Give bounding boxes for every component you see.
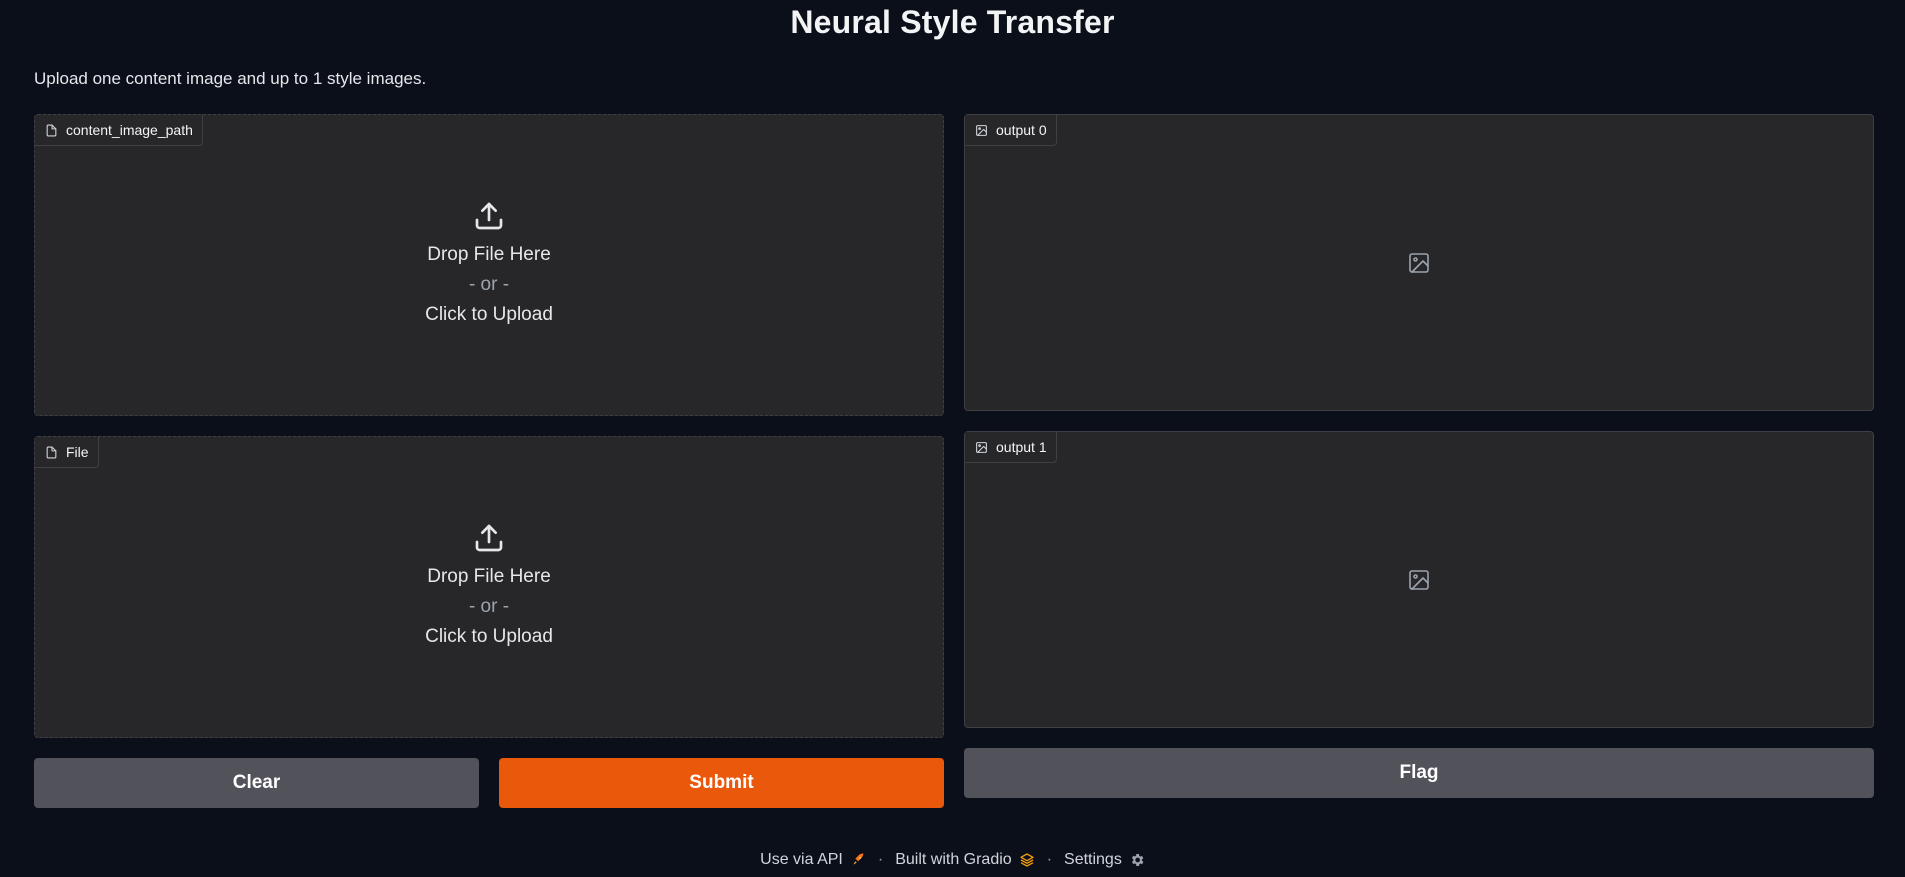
drop-file-text: Drop File Here <box>427 244 551 265</box>
upload-dropzone[interactable]: Drop File Here - or - Click to Upload <box>35 115 943 415</box>
image-placeholder-icon <box>1409 569 1429 590</box>
image-placeholder-icon <box>1409 252 1429 273</box>
gradio-logo-icon <box>1020 853 1034 867</box>
image-icon <box>976 124 987 136</box>
or-text: - or - <box>468 596 510 617</box>
or-text: - or - <box>468 274 510 295</box>
use-via-api-text: Use via API <box>760 851 843 868</box>
click-to-upload-text: Click to Upload <box>425 304 553 325</box>
settings-text: Settings <box>1064 851 1122 868</box>
rocket-icon <box>853 853 864 865</box>
settings-link[interactable]: Settings <box>1064 851 1145 869</box>
output-1-image: output 1 <box>964 431 1874 728</box>
submit-button[interactable]: Submit <box>499 758 944 808</box>
content-image-upload[interactable]: content_image_path Drop File Here - or -… <box>34 114 944 416</box>
upload-dropzone[interactable]: Drop File Here - or - Click to Upload <box>35 437 943 737</box>
built-with-gradio-link[interactable]: Built with Gradio <box>895 851 1035 869</box>
page-title: Neural Style Transfer <box>790 4 1115 40</box>
flag-button[interactable]: Flag <box>964 748 1874 798</box>
drop-file-text: Drop File Here <box>427 566 551 587</box>
footer-separator: · <box>877 851 884 868</box>
output-0-image: output 0 <box>964 114 1874 411</box>
output-1-label-text: output 1 <box>996 439 1047 455</box>
clear-button[interactable]: Clear <box>34 758 479 808</box>
built-with-gradio-text: Built with Gradio <box>895 851 1012 868</box>
click-to-upload-text: Click to Upload <box>425 626 553 647</box>
upload-icon <box>475 202 503 230</box>
style-image-upload[interactable]: File Drop File Here - or - Click to Uplo… <box>34 436 944 738</box>
output-0-label-text: output 0 <box>996 122 1047 138</box>
page-description: Upload one content image and up to 1 sty… <box>34 69 427 88</box>
upload-icon <box>475 524 503 552</box>
image-icon <box>976 441 987 453</box>
use-via-api-link[interactable]: Use via API <box>760 851 866 869</box>
gear-icon <box>1131 854 1144 866</box>
output-1-label: output 1 <box>965 432 1057 463</box>
footer-separator: · <box>1046 851 1053 868</box>
footer: Use via API · Built with Gradio · Settin… <box>0 851 1905 869</box>
output-0-label: output 0 <box>965 115 1057 146</box>
